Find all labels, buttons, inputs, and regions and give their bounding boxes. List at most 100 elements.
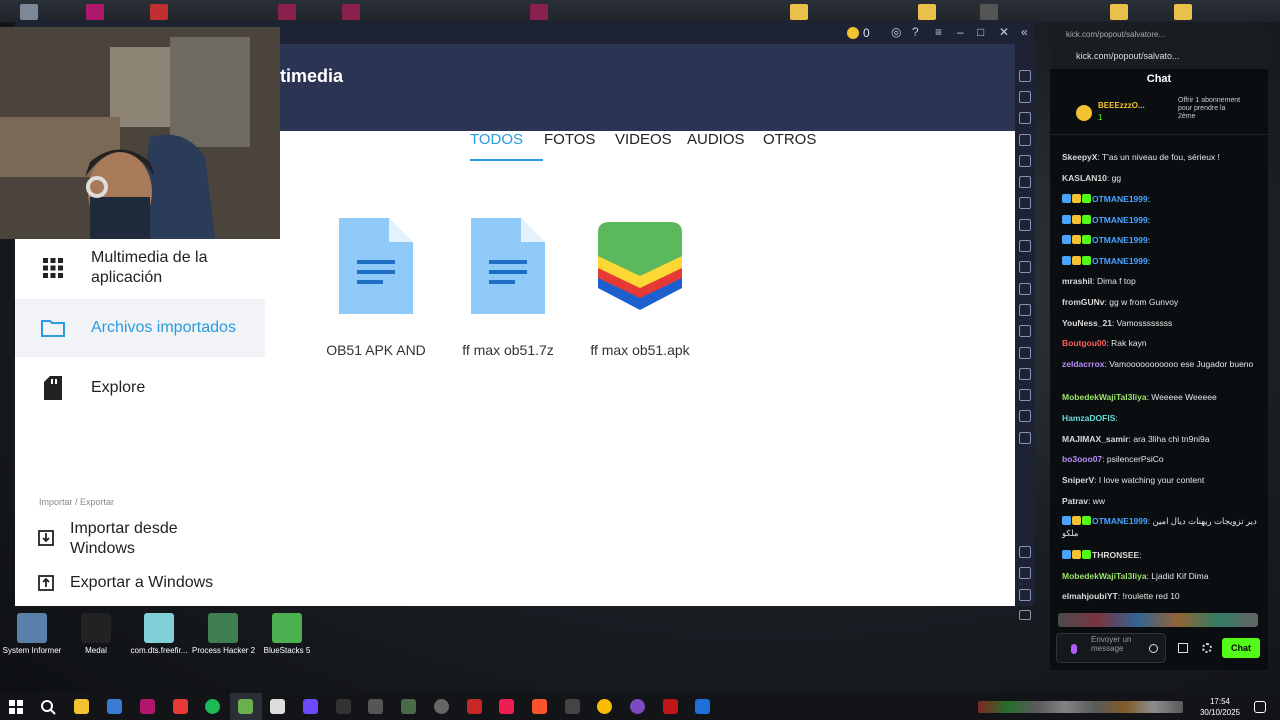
sync-icon[interactable] <box>1019 410 1031 422</box>
send-chat-button[interactable]: Chat <box>1222 638 1260 658</box>
spotify-icon[interactable] <box>205 699 220 714</box>
emoji-icon[interactable] <box>1149 644 1158 653</box>
chat-username[interactable]: elmahjoubiYT <box>1062 591 1118 601</box>
media-manager-icon[interactable] <box>1019 219 1031 231</box>
app-icon[interactable] <box>434 699 449 714</box>
install-apk-icon[interactable] <box>1019 304 1031 316</box>
chat-username[interactable]: MAJIMAX_samir <box>1062 434 1129 444</box>
chat-username[interactable]: OTMANE1999 <box>1092 215 1148 225</box>
video-icon[interactable] <box>1019 112 1031 124</box>
desktop-shortcut[interactable]: com.dts.freefir... <box>128 613 190 655</box>
keyboard-icon[interactable] <box>1019 134 1031 146</box>
search-icon[interactable] <box>40 699 56 715</box>
desktop-shortcut[interactable]: System Informer <box>1 613 63 655</box>
desktop-shortcut[interactable]: BlueStacks 5 <box>256 613 318 655</box>
app-icon[interactable] <box>401 699 416 714</box>
chat-username[interactable]: KASLAN10 <box>1062 173 1107 183</box>
gear-icon[interactable] <box>1202 643 1212 653</box>
file-item[interactable]: ff max ob51.apk <box>585 218 695 358</box>
chat-username[interactable]: bo3ooo07 <box>1062 454 1102 464</box>
close-button[interactable]: ✕ <box>999 25 1009 39</box>
volume-icon[interactable] <box>1019 91 1031 103</box>
eraser-icon[interactable] <box>1019 347 1031 359</box>
back-icon[interactable] <box>1019 567 1031 579</box>
chat-username[interactable]: SniperV <box>1062 475 1094 485</box>
proton-vpn-icon[interactable] <box>303 699 318 714</box>
chat-username[interactable]: mrashil <box>1062 276 1092 286</box>
chat-username[interactable]: OTMANE1999 <box>1092 235 1148 245</box>
brave-icon[interactable] <box>532 699 547 714</box>
export-to-windows-button[interactable]: Exportar a Windows <box>15 571 265 601</box>
collapse-sidebar-icon[interactable]: « <box>1021 25 1028 39</box>
location-icon[interactable] <box>1019 368 1031 380</box>
drawer-item-multimedia[interactable]: Multimedia de la aplicación <box>15 239 265 299</box>
chat-username[interactable]: HamzaDOFIS <box>1062 413 1115 423</box>
files-icon[interactable] <box>1019 325 1031 337</box>
store-icon[interactable] <box>107 699 122 714</box>
tab-audios[interactable]: AUDIOS <box>687 131 745 148</box>
app-icon[interactable] <box>565 699 580 714</box>
recent-apps-icon[interactable] <box>1019 610 1031 620</box>
account-icon[interactable]: ◎ <box>891 25 901 39</box>
chat-username[interactable]: zeldacrrox <box>1062 359 1105 369</box>
gamepad-icon[interactable] <box>1019 155 1031 167</box>
gallery-icon[interactable] <box>1019 283 1031 295</box>
tab-otros[interactable]: OTROS <box>763 131 816 148</box>
file-explorer-icon[interactable] <box>74 699 89 714</box>
chat-username[interactable]: MobedekWajiTal3liya <box>1062 571 1147 581</box>
app-icon[interactable] <box>140 699 155 714</box>
screenshot-icon[interactable] <box>1019 240 1031 252</box>
obs-icon[interactable] <box>630 699 645 714</box>
chat-username[interactable]: THRONSEE <box>1092 550 1139 560</box>
maximize-button[interactable]: □ <box>977 25 984 39</box>
chat-username[interactable]: OTMANE1999 <box>1092 256 1148 266</box>
medal-icon[interactable] <box>336 699 351 714</box>
tab-todos[interactable]: TODOS <box>470 131 523 148</box>
menu-icon[interactable]: ≡ <box>935 25 942 39</box>
chat-username[interactable]: fromGUNv <box>1062 297 1105 307</box>
mic-icon[interactable] <box>1071 644 1077 654</box>
desktop-shortcut[interactable]: Medal <box>65 613 127 655</box>
youtube-icon[interactable] <box>173 699 188 714</box>
layers-icon[interactable] <box>1019 389 1031 401</box>
import-from-windows-button[interactable]: Importar desde Windows <box>15 517 265 561</box>
file-item[interactable]: OB51 APK AND <box>321 218 431 358</box>
rotate-icon[interactable] <box>1019 176 1031 188</box>
windows-start-icon[interactable] <box>9 700 23 714</box>
chat-username[interactable]: MobedekWajiTal3liya <box>1062 392 1147 402</box>
chat-username[interactable]: Patrav <box>1062 496 1088 506</box>
app-icon[interactable] <box>368 699 383 714</box>
drawer-item-archivos-importados[interactable]: Archivos importados <box>15 299 265 357</box>
file-item[interactable]: ff max ob51.7z <box>453 218 563 358</box>
help-icon[interactable]: ? <box>912 25 919 39</box>
chat-username[interactable]: OTMANE1999 <box>1092 516 1148 526</box>
settings-icon[interactable] <box>1019 546 1031 558</box>
chrome-icon[interactable] <box>597 699 612 714</box>
tiktok-icon[interactable] <box>499 699 514 714</box>
gift-button[interactable] <box>1178 643 1188 653</box>
chat-username[interactable]: YouNess_21 <box>1062 318 1112 328</box>
record-icon[interactable] <box>1019 261 1031 273</box>
minimize-button[interactable]: – <box>957 25 964 39</box>
system-clock[interactable]: 17:54 30/10/2025 <box>1196 696 1244 718</box>
bluestacks-taskbar-icon[interactable] <box>238 699 253 714</box>
chat-username[interactable]: SkeepyX <box>1062 152 1097 162</box>
shake-icon[interactable] <box>1019 197 1031 209</box>
tab-fotos[interactable]: FOTOS <box>544 131 595 148</box>
desktop-shortcut[interactable]: Process Hacker 2 <box>192 613 255 655</box>
app-icon[interactable] <box>467 699 482 714</box>
system-tray-icons[interactable] <box>978 701 1183 713</box>
drawer-item-explore[interactable]: Explore <box>15 359 265 417</box>
chat-username[interactable]: OTMANE1999 <box>1092 194 1148 204</box>
multi-instance-icon[interactable] <box>1019 432 1031 444</box>
notifications-icon[interactable] <box>1254 701 1266 713</box>
app-icon[interactable] <box>663 699 678 714</box>
notepad-icon[interactable] <box>270 699 285 714</box>
tab-videos[interactable]: VIDEOS <box>615 131 672 148</box>
home-icon[interactable] <box>1019 589 1031 601</box>
chat-input[interactable]: Envoyer un message <box>1056 633 1166 663</box>
app-icon[interactable] <box>695 699 710 714</box>
url-field[interactable]: kick.com/popout/salvato... <box>1076 51 1180 61</box>
chat-username[interactable]: Boutgou00 <box>1062 338 1106 348</box>
fullscreen-icon[interactable] <box>1019 70 1031 82</box>
